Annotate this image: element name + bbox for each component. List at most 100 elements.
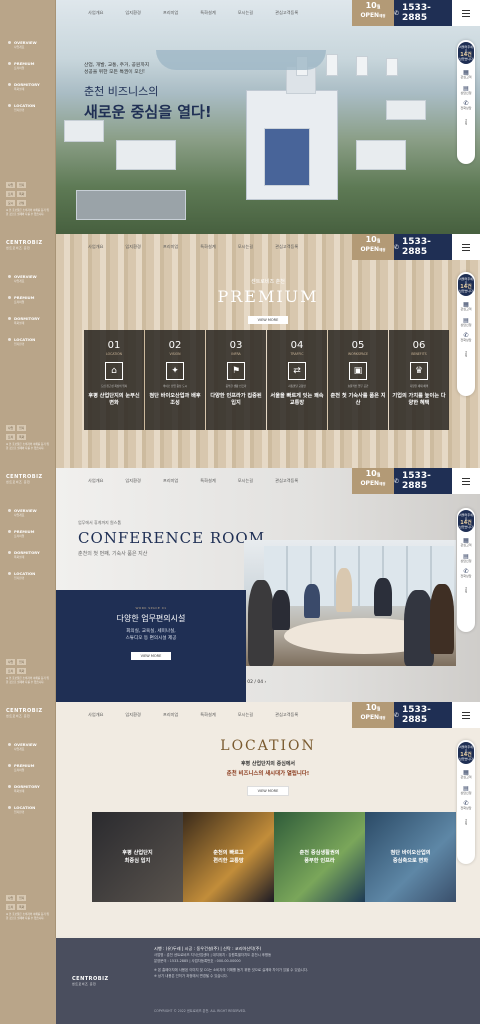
menu-button[interactable] [452,468,480,494]
location-panel[interactable]: 춘천 중심생활권의 풍부한 인프라 [274,812,365,902]
logo[interactable]: CENTROBIZ 센트로비즈 춘천 [6,240,43,250]
premium-card[interactable]: 01 LOCATION ⌂ 도심 접근성 최상의 위치 후평 산업단지의 눈부신 변화 [84,330,144,430]
sidebar-tag[interactable]: 입지 [17,182,27,188]
menu-button[interactable] [452,702,480,728]
phone-button[interactable]: ✆ 1533-2885 [394,0,452,26]
phone-button[interactable]: ✆ 1533-2885 [394,468,452,494]
nav-directions[interactable]: 모시는길 [238,10,253,16]
sidebar-tag[interactable]: 관심 [17,200,27,206]
phone-button[interactable]: ✆ 1533-2885 [394,702,452,728]
nav-premium[interactable]: 프리미엄 [163,478,178,484]
nav-premium[interactable]: 프리미엄 [163,712,178,718]
logo[interactable]: CENTROBIZ 센트로비즈 춘천 [6,474,43,484]
sidebar-item-location[interactable]: LOCATION 입지환경 [8,103,52,112]
top-button[interactable]: TOP [464,819,468,825]
quick-register[interactable]: ▦ 관심고객 [460,538,471,548]
nav-location[interactable]: 입지환경 [125,244,140,250]
nav-location[interactable]: 입지환경 [125,478,140,484]
nav-design[interactable]: 특화설계 [200,478,215,484]
sidebar-tag[interactable]: 사업 [6,182,16,188]
sidebar-tag[interactable]: 프리 [6,668,16,674]
premium-card[interactable]: 03 INFRA ⚑ 풍부한 생활 인프라 다양한 인프라가 집중된 입지 [206,330,266,430]
sidebar-tag[interactable]: 입지 [17,659,27,665]
sidebar-tag[interactable]: 특화 [17,904,27,910]
nav-location[interactable]: 입지환경 [125,712,140,718]
sidebar-item-premium[interactable]: PREMIUM 프리미엄 [8,529,52,538]
sidebar-item-premium[interactable]: PREMIUM 프리미엄 [8,295,52,304]
sidebar-tag[interactable]: 사업 [6,895,16,901]
quick-consult[interactable]: ▤ 상담신청 [460,553,471,564]
premium-card[interactable]: 05 WORKSPACE ▣ 효율적인 업무 공간 춘천 첫 기숙사를 품은 지산 [328,330,388,430]
nav-register[interactable]: 관심고객등록 [275,10,298,16]
sidebar-item-location[interactable]: LOCATION 입지환경 [8,571,52,580]
nav-register[interactable]: 관심고객등록 [275,712,298,718]
sidebar-tag[interactable]: 프리 [6,191,16,197]
menu-button[interactable] [452,0,480,26]
sidebar-item-location[interactable]: LOCATION 입지환경 [8,805,52,814]
quick-call[interactable]: ✆ 전화상담 [460,333,471,343]
location-view-more-button[interactable]: VIEW MORE [246,786,290,796]
premium-view-more-button[interactable]: VIEW MORE [247,316,289,324]
premium-card[interactable]: 04 TRAFFIC ⇄ 사통팔달 교통망 서울을 빠르게 잇는 쾌속교통망 [267,330,327,430]
sidebar-item-premium[interactable]: PREMIUM 프리미엄 [8,763,52,772]
logo[interactable]: CENTROBIZ 센트로비즈 춘천 [6,708,43,718]
nav-overview[interactable]: 사업개요 [88,478,103,484]
sidebar-item-dormitory[interactable]: DORMITORY 특화설계 [8,316,52,325]
quick-call[interactable]: ✆ 전화상담 [460,101,471,111]
sidebar-tag[interactable]: 사업 [6,659,16,665]
nav-register[interactable]: 관심고객등록 [275,244,298,250]
sidebar-item-location[interactable]: LOCATION 입지환경 [8,337,52,346]
location-panel[interactable]: 첨단 바이오산업의 중심축으로 변화 [365,812,456,902]
sidebar-tag[interactable]: 사업 [6,425,16,431]
nav-directions[interactable]: 모시는길 [238,478,253,484]
quick-consult[interactable]: ▤ 상담신청 [460,317,471,328]
quick-consult[interactable]: ▤ 상담신청 [460,85,471,96]
nav-register[interactable]: 관심고객등록 [275,478,298,484]
nav-overview[interactable]: 사업개요 [88,244,103,250]
quick-register[interactable]: ▦ 관심고객 [460,302,471,312]
conference-view-more-button[interactable]: VIEW MORE [130,652,172,660]
sidebar-tag[interactable]: 입지 [17,425,27,431]
quick-register[interactable]: ▦ 관심고객 [460,70,471,80]
nav-design[interactable]: 특화설계 [200,10,215,16]
nav-design[interactable]: 특화설계 [200,712,215,718]
nav-overview[interactable]: 사업개요 [88,10,103,16]
sidebar-tag[interactable]: 특화 [17,668,27,674]
slider-pager[interactable]: ‹ 02 / 04 › [244,680,266,685]
quick-call[interactable]: ✆ 전화상담 [460,801,471,811]
premium-card[interactable]: 06 BENEFITS ♛ 다양한 세제 혜택 기업의 가치를 높이는 다양한 혜택 [389,330,449,430]
sidebar-tag[interactable]: 프리 [6,434,16,440]
sidebar-tag[interactable]: 입지 [17,895,27,901]
sidebar-tag[interactable]: 프리 [6,904,16,910]
sidebar-item-premium[interactable]: PREMIUM 프리미엄 [8,61,52,70]
nav-directions[interactable]: 모시는길 [238,712,253,718]
premium-card[interactable]: 02 VISION ✦ 바이오 산업 중심 도시 첨단 바이오산업과 배후 조성 [145,330,205,430]
top-button[interactable]: TOP [464,587,468,593]
sidebar-item-dormitory[interactable]: DORMITORY 특화설계 [8,82,52,91]
nav-overview[interactable]: 사업개요 [88,712,103,718]
sidebar-item-overview[interactable]: OVERVIEW 사업개요 [8,508,52,517]
nav-directions[interactable]: 모시는길 [238,244,253,250]
sidebar-tag[interactable]: 특화 [17,434,27,440]
location-panel[interactable]: 춘천의 빠르고 편리한 교통망 [183,812,274,902]
nav-location[interactable]: 입지환경 [125,10,140,16]
top-button[interactable]: TOP [464,119,468,125]
sidebar-item-dormitory[interactable]: DORMITORY 특화설계 [8,784,52,793]
menu-button[interactable] [452,234,480,260]
nav-premium[interactable]: 프리미엄 [163,10,178,16]
top-button[interactable]: TOP [464,351,468,357]
nav-design[interactable]: 특화설계 [200,244,215,250]
dot-icon [8,62,11,65]
sidebar-tag[interactable]: 특화 [17,191,27,197]
sidebar-item-overview[interactable]: OVERVIEW 사업개요 [8,742,52,751]
sidebar-item-overview[interactable]: OVERVIEW 사업개요 [8,40,52,49]
sidebar-item-dormitory[interactable]: DORMITORY 특화설계 [8,550,52,559]
sidebar-item-overview[interactable]: OVERVIEW 사업개요 [8,274,52,283]
quick-call[interactable]: ✆ 전화상담 [460,569,471,579]
quick-register[interactable]: ▦ 관심고객 [460,770,471,780]
sidebar-tag[interactable]: 모시 [6,200,16,206]
quick-consult[interactable]: ▤ 상담신청 [460,785,471,796]
phone-button[interactable]: ✆ 1533-2885 [394,234,452,260]
location-panel[interactable]: 후평 산업단지 최중심 입지 [92,812,183,902]
nav-premium[interactable]: 프리미엄 [163,244,178,250]
